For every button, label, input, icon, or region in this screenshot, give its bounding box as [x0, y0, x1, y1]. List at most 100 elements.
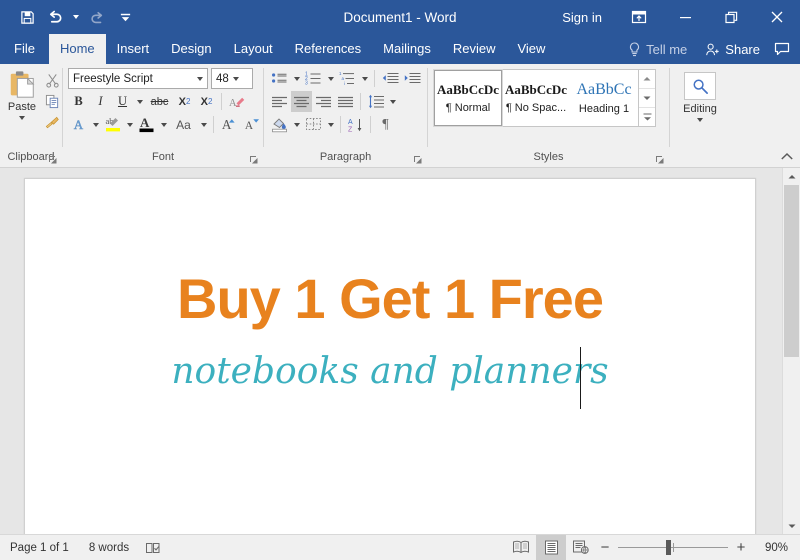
font-dialog-launcher[interactable] — [249, 155, 259, 165]
word-count-status[interactable]: 8 words — [79, 542, 139, 554]
document-heading-line[interactable]: Buy 1 Get 1 Free — [25, 271, 755, 327]
tab-view[interactable]: View — [506, 34, 556, 64]
page-number-status[interactable]: Page 1 of 1 — [0, 542, 79, 554]
bold-button[interactable]: B — [68, 91, 89, 112]
zoom-level[interactable]: 90% — [750, 542, 792, 554]
undo-dropdown[interactable] — [70, 4, 82, 30]
subscript-button[interactable]: X2 — [174, 91, 195, 112]
bullets-dropdown[interactable] — [291, 68, 302, 89]
tell-me-button[interactable]: Tell me — [618, 42, 697, 57]
share-button[interactable]: Share — [697, 42, 768, 57]
scroll-up-button[interactable] — [783, 168, 800, 185]
justify-button[interactable] — [335, 91, 356, 112]
shading-button[interactable] — [269, 114, 290, 135]
multilevel-list-dropdown[interactable] — [359, 68, 370, 89]
align-center-button[interactable] — [291, 91, 312, 112]
restore-button[interactable] — [708, 0, 754, 34]
increase-indent-button[interactable] — [401, 68, 422, 89]
tab-references[interactable]: References — [284, 34, 372, 64]
styles-scroll-down-button[interactable] — [639, 89, 655, 108]
tab-home[interactable]: Home — [48, 34, 106, 64]
change-case-button[interactable]: Aa — [170, 114, 197, 135]
style-no-spacing[interactable]: AaBbCcDc ¶ No Spac... — [502, 70, 570, 126]
zoom-in-button[interactable]: + — [732, 535, 750, 560]
close-button[interactable] — [754, 0, 800, 34]
numbering-button[interactable]: 123 — [303, 68, 324, 89]
zoom-slider-thumb[interactable] — [666, 540, 671, 555]
decrease-font-size-button[interactable]: A — [240, 114, 261, 135]
paragraph-dialog-launcher[interactable] — [413, 155, 423, 165]
decrease-indent-button[interactable] — [379, 68, 400, 89]
document-page[interactable]: Buy 1 Get 1 Free notebooks and planners — [24, 178, 756, 534]
tab-layout[interactable]: Layout — [223, 34, 284, 64]
bullets-button[interactable] — [269, 68, 290, 89]
document-subheading-line[interactable]: notebooks and planners — [25, 354, 755, 390]
chevron-down-icon[interactable] — [229, 76, 243, 81]
zoom-slider[interactable] — [618, 535, 728, 560]
tab-review[interactable]: Review — [442, 34, 507, 64]
font-color-dropdown[interactable] — [158, 114, 169, 135]
zoom-out-button[interactable]: − — [596, 535, 614, 560]
font-size-combobox[interactable]: 48 — [211, 68, 253, 89]
underline-button[interactable]: U — [112, 91, 133, 112]
style-heading-1[interactable]: AaBbCc Heading 1 — [570, 70, 638, 126]
tab-mailings[interactable]: Mailings — [372, 34, 442, 64]
save-button[interactable] — [14, 4, 40, 30]
styles-more-button[interactable] — [639, 108, 655, 126]
sign-in-button[interactable]: Sign in — [548, 10, 616, 25]
format-painter-button[interactable] — [42, 112, 62, 132]
line-spacing-button[interactable] — [365, 91, 386, 112]
multilevel-list-button[interactable]: 1ai — [337, 68, 358, 89]
italic-button[interactable]: I — [90, 91, 111, 112]
paste-button[interactable]: Paste — [2, 68, 42, 132]
sort-button[interactable]: AZ — [345, 114, 366, 135]
superscript-button[interactable]: X2 — [196, 91, 217, 112]
vertical-scrollbar[interactable] — [782, 168, 800, 534]
change-case-dropdown[interactable] — [198, 114, 209, 135]
shading-dropdown[interactable] — [291, 114, 302, 135]
style-normal[interactable]: AaBbCcDc ¶ Normal — [433, 69, 503, 127]
proofing-errors-button[interactable] — [139, 541, 167, 555]
show-formatting-marks-button[interactable]: ¶ — [375, 114, 396, 135]
highlight-color-dropdown[interactable] — [124, 114, 135, 135]
font-color-button[interactable]: A — [136, 114, 157, 135]
increase-font-size-button[interactable]: A — [218, 114, 239, 135]
line-spacing-dropdown[interactable] — [387, 91, 398, 112]
clear-formatting-button[interactable]: A — [226, 91, 247, 112]
align-right-button[interactable] — [313, 91, 334, 112]
scrollbar-track[interactable] — [783, 185, 800, 517]
clipboard-dialog-launcher[interactable] — [48, 155, 58, 165]
text-highlight-color-button[interactable]: ab — [102, 114, 123, 135]
print-layout-button[interactable] — [536, 535, 566, 560]
align-left-button[interactable] — [269, 91, 290, 112]
tab-insert[interactable]: Insert — [106, 34, 161, 64]
copy-button[interactable] — [42, 91, 62, 111]
cut-button[interactable] — [42, 70, 62, 90]
read-mode-button[interactable] — [506, 535, 536, 560]
minimize-button[interactable] — [662, 0, 708, 34]
underline-dropdown[interactable] — [134, 91, 145, 112]
editing-button[interactable]: Editing — [670, 68, 730, 122]
tab-design[interactable]: Design — [160, 34, 222, 64]
font-name-combobox[interactable]: Freestyle Script — [68, 68, 208, 89]
styles-dialog-launcher[interactable] — [655, 155, 665, 165]
redo-button[interactable] — [84, 4, 110, 30]
borders-dropdown[interactable] — [325, 114, 336, 135]
text-effects-button[interactable]: A — [68, 114, 89, 135]
undo-button[interactable] — [42, 4, 68, 30]
chevron-down-icon[interactable] — [193, 76, 207, 81]
tab-file[interactable]: File — [0, 34, 49, 64]
ribbon-display-options-button[interactable] — [616, 0, 662, 34]
borders-button[interactable] — [303, 114, 324, 135]
document-area[interactable]: Buy 1 Get 1 Free notebooks and planners — [0, 168, 800, 534]
customize-quick-access-toolbar-button[interactable] — [112, 4, 138, 30]
strikethrough-button[interactable]: abc — [146, 91, 173, 112]
web-layout-button[interactable] — [566, 535, 596, 560]
scroll-down-button[interactable] — [783, 517, 800, 534]
collapse-ribbon-button[interactable] — [780, 150, 794, 164]
scrollbar-thumb[interactable] — [784, 185, 799, 357]
text-effects-dropdown[interactable] — [90, 114, 101, 135]
numbering-dropdown[interactable] — [325, 68, 336, 89]
comments-button[interactable] — [768, 34, 796, 64]
styles-scroll-up-button[interactable] — [639, 70, 655, 89]
